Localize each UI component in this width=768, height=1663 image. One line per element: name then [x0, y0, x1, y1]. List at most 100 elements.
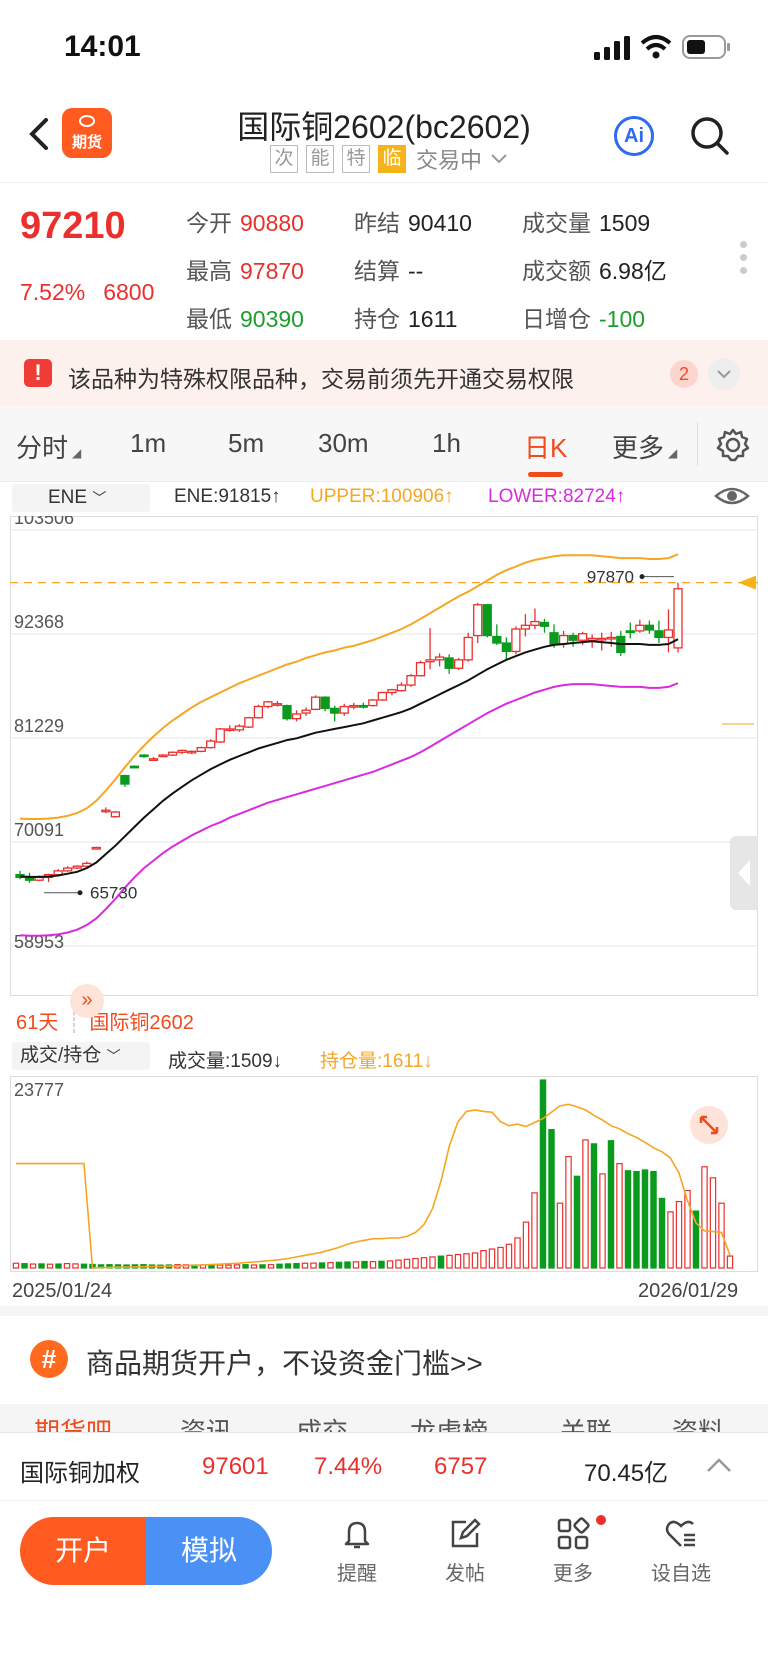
- quote-key: 最高: [186, 258, 232, 284]
- simulate-button[interactable]: 模拟: [146, 1517, 272, 1585]
- y-tick-label: 23777: [14, 1080, 64, 1100]
- date-end: 2026/01/29: [638, 1280, 739, 1302]
- permission-notice[interactable]: ! 该品种为特殊权限品种，交易前须先开通交易权限 2: [0, 340, 768, 406]
- volume-bar: [361, 1260, 368, 1269]
- status-bar: 14:01: [0, 0, 768, 96]
- tab-dragon-tiger[interactable]: 龙虎榜: [410, 1412, 488, 1432]
- nav-reminder[interactable]: 提醒: [312, 1517, 402, 1586]
- candle-body: [654, 630, 664, 639]
- candle-body: [425, 659, 435, 663]
- candle-body: [406, 675, 416, 686]
- candle-body: [511, 628, 521, 653]
- volume-bar: [259, 1264, 266, 1269]
- volume-bar: [63, 1262, 71, 1269]
- promo-banner[interactable]: # 商品期货开户，不设资金门槛>>: [0, 1306, 768, 1404]
- double-chevron-icon[interactable]: »: [70, 984, 104, 1018]
- quote-value: 90390: [240, 306, 304, 332]
- candle-body: [597, 637, 607, 641]
- volume-bar: [709, 1177, 717, 1269]
- candle-body: [91, 846, 101, 850]
- quote-value: -100: [599, 306, 646, 332]
- nav-more[interactable]: 更多: [528, 1517, 618, 1586]
- tab-news[interactable]: 资讯: [180, 1412, 232, 1432]
- volume-bar: [80, 1263, 88, 1269]
- volume-bar: [395, 1259, 402, 1269]
- y-tick-label: 103506: [14, 516, 74, 528]
- candle-body: [358, 704, 368, 708]
- volume-bar: [522, 1221, 530, 1269]
- quote-cell: 最低 90390: [186, 300, 354, 334]
- tab-fenshi[interactable]: 分时 ◢: [16, 428, 81, 465]
- quote-key: 持仓: [354, 306, 400, 332]
- quote-cell: 持仓 1611: [354, 300, 522, 334]
- expand-chart-button[interactable]: [690, 1106, 728, 1144]
- nav-watchlist[interactable]: 设自选: [636, 1517, 726, 1586]
- candle-body: [549, 632, 559, 645]
- header: 期货 国际铜2602(bc2602) 次 能 特 临 交易中 Ai: [0, 96, 768, 182]
- weighted-amount: 70.45亿: [584, 1460, 669, 1487]
- quote-value: --: [408, 258, 424, 284]
- notice-count-badge: 2: [670, 360, 698, 388]
- volume-bar: [21, 1263, 28, 1269]
- volume-bar: [242, 1264, 249, 1269]
- volume-bar: [378, 1260, 385, 1269]
- contract-label: 国际铜2602: [89, 1012, 194, 1034]
- tab-forum[interactable]: 期货吧: [34, 1412, 112, 1432]
- tab-30m[interactable]: 30m: [318, 428, 369, 459]
- wifi-icon: [640, 35, 672, 59]
- candlestick-chart[interactable]: 103506923688122970091589539787065730: [10, 516, 758, 996]
- collapse-side-tab[interactable]: [730, 836, 758, 910]
- volume-bar: [38, 1263, 45, 1269]
- volume-bar: [225, 1264, 232, 1269]
- chart-frame: [10, 516, 758, 996]
- weighted-index-row[interactable]: 国际铜加权 97601 7.44% 6757 70.45亿: [0, 1432, 768, 1500]
- open-account-button[interactable]: 开户: [20, 1517, 146, 1585]
- candle-body: [139, 754, 149, 758]
- volume-bar: [386, 1260, 394, 1269]
- candle-body: [72, 865, 82, 869]
- eye-icon[interactable]: [714, 484, 750, 508]
- volume-bar: [276, 1263, 283, 1269]
- candle-body: [387, 689, 397, 694]
- volume-indicator-selector[interactable]: 成交/持仓 ﹀: [12, 1042, 150, 1070]
- trading-status[interactable]: 交易中: [416, 143, 482, 175]
- indicator-selector[interactable]: ENE ﹀: [12, 484, 150, 512]
- ai-assistant-button[interactable]: Ai: [614, 116, 654, 156]
- tab-trades[interactable]: 成交: [296, 1412, 348, 1432]
- tab-more[interactable]: 更多 ◢: [612, 428, 677, 465]
- candle-body: [263, 701, 273, 708]
- candle-body: [434, 656, 445, 661]
- tab-1h[interactable]: 1h: [432, 428, 461, 459]
- nav-post[interactable]: 发帖: [420, 1517, 510, 1586]
- volume-bar: [480, 1250, 487, 1269]
- volume-bar: [471, 1252, 479, 1269]
- quote-cell: 日增仓 -100: [522, 300, 690, 334]
- quote-value: 6.98亿: [599, 258, 667, 284]
- settings-gear-icon[interactable]: [716, 428, 750, 462]
- volume-bar: [403, 1258, 411, 1269]
- tab-profile[interactable]: 资料: [672, 1412, 724, 1432]
- search-icon[interactable]: [690, 116, 730, 156]
- candle-body: [120, 774, 130, 785]
- candle-body: [577, 633, 588, 641]
- more-dots-icon[interactable]: [740, 241, 748, 280]
- expand-icon: [699, 1115, 719, 1135]
- volume-bar: [267, 1264, 275, 1269]
- tab-1m[interactable]: 1m: [130, 428, 166, 459]
- quote-value: 90880: [240, 210, 304, 236]
- tab-related[interactable]: 关联: [560, 1412, 612, 1432]
- candle-body: [206, 740, 216, 749]
- candle-body: [492, 635, 502, 644]
- candle-body: [644, 624, 655, 631]
- tab-5m[interactable]: 5m: [228, 428, 264, 459]
- candle-body: [606, 636, 616, 640]
- volume-chart[interactable]: 23777: [10, 1076, 758, 1272]
- notice-expand-button[interactable]: [708, 358, 740, 390]
- volume-bar: [284, 1263, 292, 1269]
- tab-daily-k[interactable]: 日K: [524, 428, 567, 477]
- candle-body: [463, 636, 473, 661]
- candle-body: [520, 624, 531, 630]
- chevron-up-icon[interactable]: [706, 1457, 732, 1473]
- chevron-down-icon[interactable]: [490, 153, 508, 165]
- candle-body: [368, 699, 378, 707]
